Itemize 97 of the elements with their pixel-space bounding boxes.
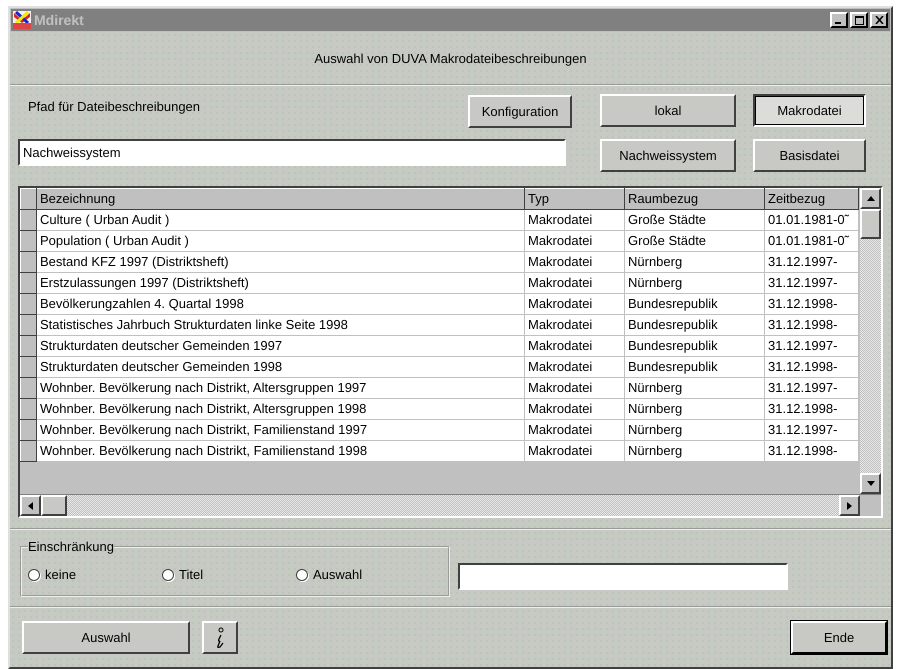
maximize-button[interactable]	[850, 12, 868, 28]
row-header[interactable]	[20, 210, 36, 230]
table-cell: Makrodatei	[524, 294, 624, 314]
table-cell: Nürnberg	[624, 272, 764, 294]
end-button[interactable]: Ende	[791, 621, 887, 654]
row-header[interactable]	[20, 272, 36, 294]
row-header[interactable]	[20, 440, 36, 462]
table-cell: 31.12.1998-	[764, 440, 858, 462]
table-cell: Bestand KFZ 1997 (Distriktsheft)	[36, 252, 524, 272]
table-cell: Population ( Urban Audit )	[36, 230, 524, 252]
scroll-up-icon[interactable]	[860, 188, 881, 209]
path-field[interactable]: Nachweissystem	[18, 139, 566, 166]
table-cell: Wohnber. Bevölkerung nach Distrikt, Altersgruppen 1997	[36, 378, 524, 398]
radio-option[interactable]: Auswahl	[296, 567, 430, 582]
row-header-corner	[20, 188, 36, 210]
select-button[interactable]: Auswahl	[22, 621, 190, 654]
table-cell: Strukturdaten deutscher Gemeinden 1997	[36, 336, 524, 356]
row-header[interactable]	[20, 314, 36, 336]
table-cell: Nürnberg	[624, 420, 764, 440]
header-title: Auswahl von DUVA Makrodateibeschreibungen	[314, 50, 587, 66]
row-header[interactable]	[20, 294, 36, 314]
table-cell: Nürnberg	[624, 398, 764, 420]
row-header[interactable]	[20, 230, 36, 252]
group-title: Einschränkung	[28, 539, 114, 554]
table-cell: Statistisches Jahrbuch Strukturdaten linke Seite 1998	[36, 314, 524, 336]
table-cell: Makrodatei	[524, 336, 624, 356]
table-cell: 31.12.1998-	[764, 398, 858, 420]
table-cell: 31.12.1998-	[764, 294, 858, 314]
table-cell: 31.12.1997-	[764, 252, 858, 272]
scroll-thumb[interactable]	[860, 209, 881, 239]
table-cell: Bundesrepublik	[624, 294, 764, 314]
column-header[interactable]: Bezeichnung	[36, 188, 524, 210]
table-cell: 31.12.1998-	[764, 356, 858, 378]
table-cell: 31.12.1998-	[764, 314, 858, 336]
row-header[interactable]	[20, 420, 36, 440]
scroll-thumb[interactable]	[41, 495, 67, 516]
table-cell: Wohnber. Bevölkerung nach Distrikt, Altersgruppen 1998	[36, 398, 524, 420]
table-cell: Bundesrepublik	[624, 356, 764, 378]
table-cell: 01.01.1981-0˜	[764, 210, 858, 230]
table-cell: Makrodatei	[524, 420, 624, 440]
table-cell: Große Städte	[624, 230, 764, 252]
table-cell: Makrodatei	[524, 252, 624, 272]
table-cell: Makrodatei	[524, 440, 624, 462]
table-cell: Erstzulassungen 1997 (Distriktsheft)	[36, 272, 524, 294]
table-cell: Makrodatei	[524, 378, 624, 398]
scroll-down-icon[interactable]	[860, 473, 881, 494]
table-cell: 31.12.1997-	[764, 420, 858, 440]
path-label: Pfad für Dateibeschreibungen	[28, 99, 200, 114]
column-header[interactable]: Zeitbezug	[764, 188, 858, 210]
column-header[interactable]: Raumbezug	[624, 188, 764, 210]
table-cell: Makrodatei	[524, 230, 624, 252]
table-cell: Große Städte	[624, 210, 764, 230]
table-cell: 31.12.1997-	[764, 378, 858, 398]
info-icon	[215, 626, 225, 648]
app-logo-icon	[13, 11, 31, 29]
table-cell: 01.01.1981-0˜	[764, 230, 858, 252]
row-header[interactable]	[20, 378, 36, 398]
filter-field[interactable]	[458, 562, 788, 590]
scroll-left-icon[interactable]	[20, 495, 41, 516]
radio-option[interactable]: keine	[28, 567, 162, 582]
column-header[interactable]: Typ	[524, 188, 624, 210]
window-title: Mdirekt	[34, 12, 84, 28]
row-header[interactable]	[20, 252, 36, 272]
table-cell: Bundesrepublik	[624, 336, 764, 356]
toggle-button[interactable]: Basisdatei	[753, 139, 866, 172]
table-cell: Bundesrepublik	[624, 314, 764, 336]
table-cell: 31.12.1997-	[764, 336, 858, 356]
maximize-icon	[854, 16, 864, 24]
toggle-button[interactable]: Nachweissystem	[600, 139, 736, 172]
table-cell: Makrodatei	[524, 398, 624, 420]
table-cell: Nürnberg	[624, 252, 764, 272]
toggle-button[interactable]: Makrodatei	[753, 94, 866, 127]
minimize-button[interactable]	[830, 12, 848, 28]
table-cell: 31.12.1997-	[764, 272, 858, 294]
vertical-scrollbar[interactable]	[860, 188, 881, 494]
configuration-button[interactable]: Konfiguration	[468, 94, 572, 128]
table-cell: Bevölkerungzahlen 4. Quartal 1998	[36, 294, 524, 314]
info-button[interactable]	[202, 621, 238, 654]
radio-option[interactable]: Titel	[162, 567, 296, 582]
table-cell: Makrodatei	[524, 210, 624, 230]
table-cell: Nürnberg	[624, 440, 764, 462]
toggle-button[interactable]: lokal	[600, 94, 736, 127]
row-header[interactable]	[20, 398, 36, 420]
table-cell: Strukturdaten deutscher Gemeinden 1998	[36, 356, 524, 378]
table-cell: Makrodatei	[524, 314, 624, 336]
close-button[interactable]	[870, 12, 888, 28]
close-icon	[874, 16, 884, 24]
table-cell: Makrodatei	[524, 356, 624, 378]
table-cell: Culture ( Urban Audit )	[36, 210, 524, 230]
table-cell: Makrodatei	[524, 272, 624, 294]
row-header[interactable]	[20, 356, 36, 378]
table-cell: Wohnber. Bevölkerung nach Distrikt, Familienstand 1998	[36, 440, 524, 462]
table-cell: Nürnberg	[624, 378, 764, 398]
table-cell: Wohnber. Bevölkerung nach Distrikt, Familienstand 1997	[36, 420, 524, 440]
horizontal-scrollbar[interactable]	[20, 494, 881, 516]
row-header[interactable]	[20, 336, 36, 356]
scroll-right-icon[interactable]	[839, 495, 860, 516]
